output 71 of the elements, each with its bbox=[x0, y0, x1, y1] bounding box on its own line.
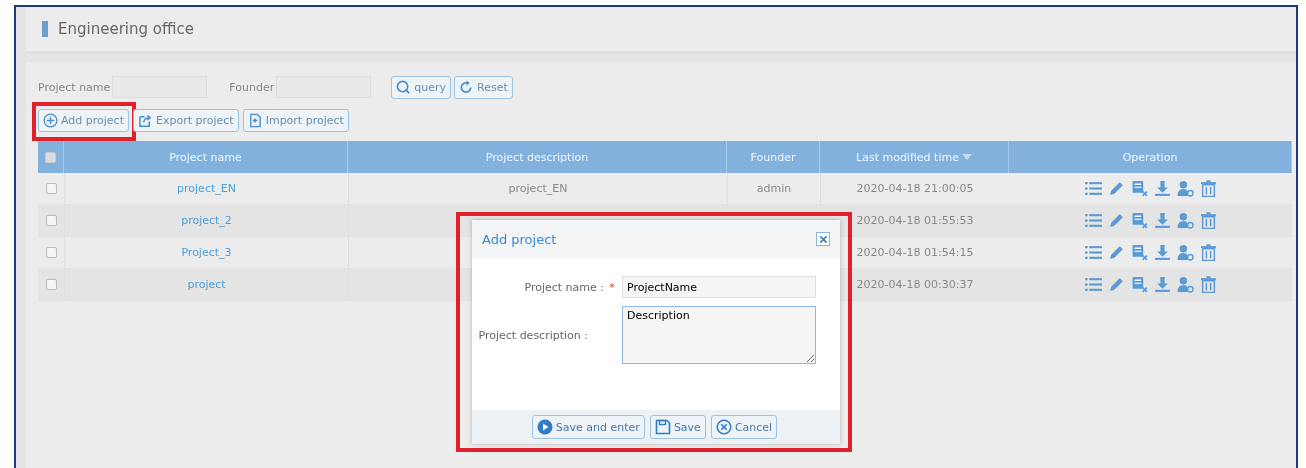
column-header: Project name bbox=[169, 150, 242, 164]
project-link[interactable]: Project_3 bbox=[181, 246, 232, 259]
play-circle-icon bbox=[536, 419, 553, 435]
pencil-icon[interactable] bbox=[1107, 212, 1125, 229]
row-checkbox[interactable] bbox=[45, 247, 57, 258]
column-header: Project description bbox=[485, 150, 589, 164]
add-project-button[interactable]: Add project bbox=[38, 108, 129, 132]
user-plus-icon[interactable] bbox=[1176, 180, 1194, 197]
list-icon[interactable] bbox=[1084, 212, 1102, 229]
table-cell: 2020-04-18 01:54:15 bbox=[856, 246, 974, 259]
document-cross-icon[interactable] bbox=[1130, 244, 1148, 261]
trash-icon[interactable] bbox=[1199, 180, 1217, 197]
column-header: Founder bbox=[750, 150, 796, 164]
column-header: Operation bbox=[1122, 150, 1178, 164]
column-header[interactable]: Last modified time bbox=[856, 150, 959, 164]
pencil-icon[interactable] bbox=[1107, 276, 1125, 293]
download-icon[interactable] bbox=[1153, 244, 1171, 261]
cancel-circle-icon bbox=[715, 419, 732, 435]
download-icon[interactable] bbox=[1153, 276, 1171, 293]
row-checkbox[interactable] bbox=[45, 215, 57, 226]
table-cell: 2020-04-18 01:55:53 bbox=[856, 214, 974, 227]
filter-label: Founder bbox=[229, 80, 275, 94]
table-cell: 2020-04-18 00:30:37 bbox=[856, 278, 974, 291]
sort-caret-icon[interactable] bbox=[961, 154, 972, 160]
plus-circle-icon bbox=[43, 112, 58, 128]
table-cell: project_EN bbox=[508, 182, 568, 195]
export-icon bbox=[138, 112, 153, 128]
download-icon[interactable] bbox=[1153, 180, 1171, 197]
user-plus-icon[interactable] bbox=[1176, 244, 1194, 261]
list-icon[interactable] bbox=[1084, 244, 1102, 261]
description-field[interactable]: Description bbox=[622, 306, 816, 364]
import-project-button[interactable]: Import project bbox=[242, 108, 349, 132]
title-marker bbox=[42, 21, 48, 37]
page-title: Engineering office bbox=[58, 20, 194, 38]
list-icon[interactable] bbox=[1084, 180, 1102, 197]
trash-icon[interactable] bbox=[1199, 244, 1217, 261]
trash-icon[interactable] bbox=[1199, 276, 1217, 293]
cancel-button[interactable]: Cancel bbox=[710, 415, 778, 439]
user-plus-icon[interactable] bbox=[1176, 276, 1194, 293]
refresh-icon bbox=[459, 79, 474, 95]
required-mark: * bbox=[608, 280, 616, 294]
project-link[interactable]: project_2 bbox=[181, 214, 232, 227]
row-checkbox[interactable] bbox=[45, 183, 57, 194]
save-enter-button[interactable]: Save and enter bbox=[531, 415, 645, 439]
project-link[interactable]: project bbox=[187, 278, 226, 291]
field-label: Project name : bbox=[524, 280, 604, 294]
pencil-icon[interactable] bbox=[1107, 244, 1125, 261]
pencil-icon[interactable] bbox=[1107, 180, 1125, 197]
document-cross-icon[interactable] bbox=[1130, 212, 1148, 229]
list-icon[interactable] bbox=[1084, 276, 1102, 293]
dialog-title: Add project bbox=[482, 231, 557, 247]
field-label: Project description : bbox=[478, 328, 588, 342]
document-cross-icon[interactable] bbox=[1130, 180, 1148, 197]
close-button[interactable] bbox=[816, 232, 830, 246]
magnifier-icon bbox=[396, 79, 412, 95]
project-link[interactable]: project_EN bbox=[177, 182, 236, 195]
document-import-icon bbox=[247, 112, 263, 128]
filter-label: Project name bbox=[38, 80, 111, 94]
table-cell: 2020-04-18 21:00:05 bbox=[856, 182, 974, 195]
name-field[interactable]: ProjectName bbox=[622, 276, 816, 298]
table-cell: admin bbox=[756, 182, 792, 195]
query-button[interactable]: query bbox=[391, 75, 451, 99]
download-icon[interactable] bbox=[1153, 212, 1171, 229]
save-button[interactable]: Save bbox=[649, 415, 706, 439]
document-cross-icon[interactable] bbox=[1130, 276, 1148, 293]
export-project-button[interactable]: Export project bbox=[133, 108, 239, 132]
row-checkbox[interactable] bbox=[45, 279, 57, 290]
trash-icon[interactable] bbox=[1199, 212, 1217, 229]
reset-button[interactable]: Reset bbox=[454, 75, 513, 99]
select-all-checkbox[interactable] bbox=[45, 151, 56, 163]
user-plus-icon[interactable] bbox=[1176, 212, 1194, 229]
